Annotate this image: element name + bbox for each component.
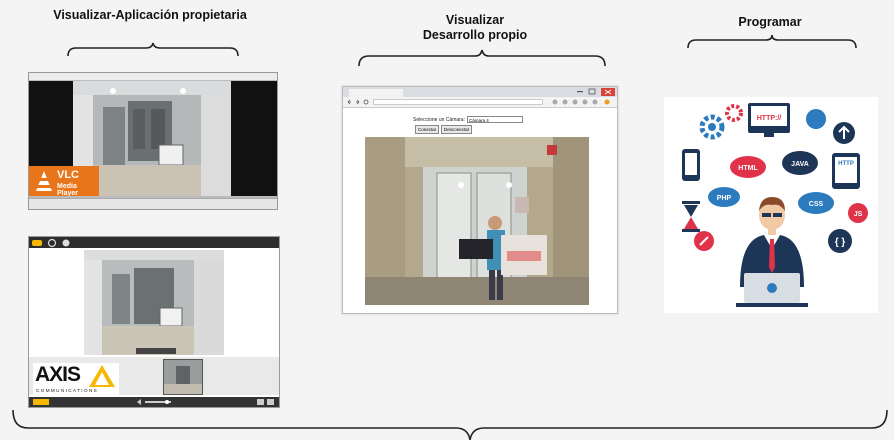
brace-all [12,409,888,440]
js-label: JS [854,211,863,218]
monitor-http-icon: HTTP:// [748,103,790,137]
vlc-logo-badge: VLC Media Player [29,166,99,198]
axis-title-bar [29,237,279,248]
section-heading-program-text: Programar [738,15,802,29]
tablet-http-label: HTTP [838,161,854,167]
axis-camera-thumbnail[interactable] [163,359,203,395]
camera-select[interactable]: Cámara 4 [467,116,523,123]
brace-program [687,34,857,49]
vlc-title-bar [29,73,277,81]
section-heading-proprietary-text: Visualizar-Aplicación propietaria [53,8,247,22]
css-label: CSS [809,201,824,208]
settings-circle-icon [806,109,826,129]
browser-tab[interactable] [349,89,403,97]
vlc-badge-subtitle: Media Player [57,183,79,197]
js-circle-icon: JS [848,203,868,223]
section-heading-program: Programar [720,15,820,30]
axis-volume-slider[interactable] [137,399,177,405]
upload-icon [833,122,855,144]
browser-camera-scene [365,137,589,305]
browser-window-controls[interactable] [577,88,615,96]
section-heading-own-dev: Visualizar Desarrollo propio [390,13,560,43]
axis-camera-window: AXIS COMMUNICATIONS [28,236,280,408]
browser-tab-bar [343,87,617,97]
axis-small-logo-icon [33,399,49,405]
pencil-circle-icon [694,231,714,251]
axis-logo-triangle-icon [89,365,115,387]
brace-proprietary [67,42,239,57]
connect-button[interactable]: Conectar [415,125,440,134]
disconnect-button-label: Desconectar [444,127,470,132]
code-braces-icon: { } [828,229,852,253]
axis-video-scene [84,250,224,355]
java-bubble-icon: JAVA [782,151,818,175]
browser-nav-icons[interactable] [347,99,371,105]
axis-logo-word: AXIS [35,363,81,386]
section-heading-proprietary: Visualizar-Aplicación propietaria [40,8,260,23]
smartphone-icon [682,149,700,181]
programming-graphic: HTTP:// HTML JAVA HTTP PHP CSS JS {} [682,103,868,307]
axis-logo: AXIS COMMUNICATIONS [33,363,119,395]
tablet-http-icon: HTTP [832,153,860,189]
camera-select-label: Seleccione un Cámara: [413,117,465,123]
browser-camera-view [365,137,589,305]
programming-illustration: HTTP:// HTML JAVA HTTP PHP CSS JS {} [664,97,878,313]
vlc-player-window: VLC Media Player [28,72,278,210]
camera-select-value: Cámara 4 [469,118,489,123]
section-heading-own-dev-line2: Desarrollo propio [422,28,528,42]
browser-address-bar[interactable] [373,99,543,105]
axis-logo-subtitle: COMMUNICATIONS [36,388,99,393]
axis-toolbar-icons [32,238,70,248]
http-label: HTTP:// [757,115,782,122]
html-bubble-icon: HTML [730,156,766,178]
disconnect-button[interactable]: Desconectar [441,125,473,134]
vlc-cone-icon [36,171,52,191]
vlc-control-bar[interactable] [29,198,277,209]
brace-own-dev [358,49,606,67]
laptop-icon [736,273,808,307]
axis-thumbnail-scene [164,360,202,394]
hourglass-icon [682,201,700,232]
braces-glyph: { } [835,237,846,248]
html-label: HTML [738,165,758,172]
php-bubble-icon: PHP [708,187,740,207]
axis-control-bar[interactable] [29,397,279,407]
axis-main-view [84,250,224,355]
php-label: PHP [717,195,732,202]
section-heading-own-dev-line1: Visualizar [445,13,505,27]
vlc-badge-title: VLC [57,169,79,181]
browser-extension-icons[interactable] [549,98,613,106]
browser-window: Seleccione un Cámara: Cámara 4 Conectar … [342,86,618,314]
connect-button-label: Conectar [418,127,437,132]
css-bubble-icon: CSS [798,192,834,214]
gear-icon [699,104,743,140]
java-label: JAVA [791,161,809,168]
axis-view-buttons[interactable] [257,399,275,405]
